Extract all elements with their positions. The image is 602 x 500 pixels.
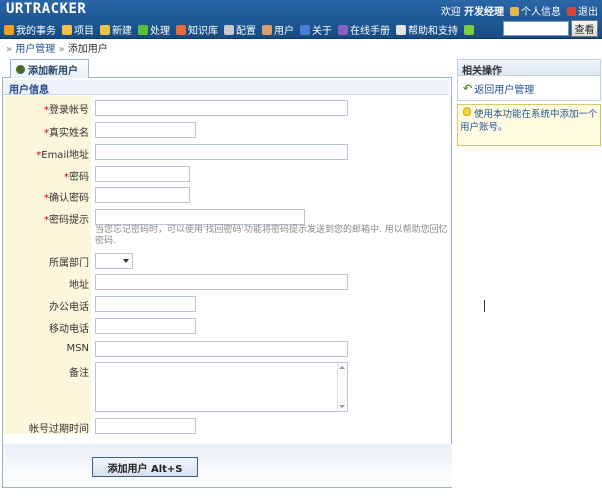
expire-label: 帐号过期时间 bbox=[29, 424, 89, 435]
add-user-button[interactable]: 添加用户 Alt+S bbox=[92, 457, 198, 477]
new-icon bbox=[100, 24, 110, 35]
profile-link[interactable]: 个人信息 bbox=[510, 3, 561, 18]
user-area: 欢迎 开发经理 个人信息 退出 bbox=[441, 3, 598, 18]
hint-label: *密码提示 bbox=[44, 215, 89, 226]
dept-label: 所属部门 bbox=[49, 258, 89, 269]
confirm-label: *确认密码 bbox=[44, 193, 89, 204]
remark-textarea[interactable] bbox=[95, 362, 348, 412]
sidebar-title: 相关操作 bbox=[457, 59, 601, 77]
msn-label: MSN bbox=[66, 343, 89, 354]
email-label: *Email地址 bbox=[36, 150, 89, 161]
login-label: *登录帐号 bbox=[44, 105, 89, 116]
expire-date-field[interactable] bbox=[95, 418, 196, 434]
text-cursor-icon bbox=[483, 300, 487, 312]
dept-select[interactable] bbox=[95, 253, 133, 269]
email-field[interactable] bbox=[95, 144, 348, 160]
breadcrumb: » 用户管理 » 添加用户 bbox=[6, 44, 108, 55]
search-button[interactable]: 查看 bbox=[571, 20, 598, 37]
nav-item-check[interactable]: 处理 bbox=[138, 22, 170, 37]
password-field[interactable] bbox=[95, 166, 190, 182]
help-icon bbox=[396, 24, 406, 35]
welcome-text: 欢迎 开发经理 bbox=[440, 7, 504, 18]
tab-add-user[interactable]: 添加新用户 bbox=[10, 59, 89, 78]
manual-icon bbox=[338, 24, 348, 35]
home-icon bbox=[4, 24, 14, 35]
mobile-label: 移动电话 bbox=[49, 324, 89, 335]
nav-item-home[interactable]: 我的事务 bbox=[4, 22, 56, 37]
nav-item-manual[interactable]: 在线手册 bbox=[338, 22, 390, 37]
realname-label: *真实姓名 bbox=[44, 128, 89, 139]
info-icon bbox=[300, 24, 310, 35]
profile-icon bbox=[510, 7, 519, 16]
nav-item-help[interactable]: 帮助和支持 bbox=[396, 22, 458, 37]
star-icon bbox=[464, 24, 474, 35]
breadcrumb-current: 添加用户 bbox=[67, 44, 108, 55]
office-phone-label: 办公电话 bbox=[49, 302, 89, 313]
realname-field[interactable] bbox=[95, 122, 196, 138]
nav-items: 我的事务 项目 新建 处理 知识库 配置 用户 关于 在线手册 帮助和支持 bbox=[4, 22, 474, 37]
nav-item-book[interactable]: 知识库 bbox=[176, 22, 218, 37]
address-field[interactable] bbox=[95, 274, 348, 290]
book-icon bbox=[176, 24, 186, 35]
scroll-up-icon[interactable] bbox=[339, 366, 345, 369]
form-footer bbox=[3, 444, 452, 487]
nav-item-new[interactable]: 新建 bbox=[100, 22, 132, 37]
nav-item-info[interactable]: 关于 bbox=[300, 22, 332, 37]
scrollbar[interactable] bbox=[337, 363, 347, 411]
nav-item-star[interactable] bbox=[464, 22, 474, 37]
back-arrow-icon: ↶ bbox=[463, 82, 473, 95]
user-add-icon bbox=[16, 64, 25, 74]
address-label: 地址 bbox=[69, 280, 89, 291]
check-icon bbox=[138, 24, 148, 35]
app-logo: URTRACKER bbox=[6, 1, 87, 17]
password-label: *密码 bbox=[64, 172, 89, 183]
breadcrumb-parent[interactable]: 用户管理 bbox=[15, 44, 55, 55]
password-hint-help: 当您忘记密码时，可以使用'找回密码'功能将密码提示发送到您的邮箱中. 用以帮助您… bbox=[95, 225, 448, 246]
nav-item-database[interactable]: 项目 bbox=[62, 22, 94, 37]
login-field[interactable] bbox=[95, 100, 348, 116]
remark-label: 备注 bbox=[69, 368, 89, 379]
confirm-password-field[interactable] bbox=[95, 187, 190, 203]
mobile-field[interactable] bbox=[95, 318, 196, 334]
current-user: 开发经理 bbox=[464, 7, 504, 18]
nav-item-gear[interactable]: 配置 bbox=[224, 22, 256, 37]
section-title: 用户信息 bbox=[3, 80, 449, 96]
search-input[interactable] bbox=[503, 21, 569, 36]
msn-field[interactable] bbox=[95, 341, 348, 357]
tip-text: 使用本功能在系统中添加一个用户账号。 bbox=[460, 109, 598, 133]
database-icon bbox=[62, 24, 72, 35]
nav-item-users[interactable]: 用户 bbox=[262, 22, 294, 37]
office-phone-field[interactable] bbox=[95, 296, 196, 312]
chevron-down-icon bbox=[123, 259, 129, 263]
users-icon bbox=[262, 24, 272, 35]
logout-link[interactable]: 退出 bbox=[567, 3, 598, 18]
password-hint-field[interactable] bbox=[95, 209, 305, 225]
back-to-users-link[interactable]: ↶ 返回用户管理 bbox=[463, 81, 534, 96]
logout-icon bbox=[567, 7, 576, 16]
scroll-down-icon[interactable] bbox=[339, 405, 345, 408]
gear-icon bbox=[224, 24, 234, 35]
top-header: URTRACKER 欢迎 开发经理 个人信息 退出 bbox=[0, 0, 602, 19]
